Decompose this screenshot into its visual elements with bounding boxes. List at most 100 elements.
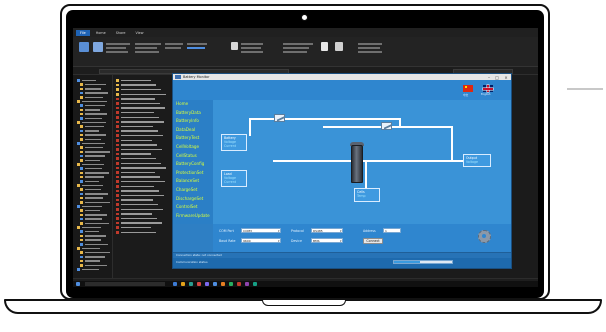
nav-tree-item[interactable] [77,121,106,124]
menu-item-cell-voltage[interactable]: CellVoltage [173,143,213,152]
taskbar-app-icon[interactable] [173,282,177,286]
nav-tree-item[interactable] [80,234,106,238]
nav-tree-item[interactable] [77,205,102,208]
nav-tree-item[interactable] [80,146,103,149]
taskbar-app-icon[interactable] [181,282,185,286]
menu-item-balance-set[interactable]: BalanceSet [173,177,213,186]
nav-tree-item[interactable] [80,259,100,263]
file-list-item[interactable] [116,194,164,197]
menu-item-home[interactable]: Home [173,100,213,109]
file-list-item[interactable] [116,116,159,119]
file-list-item[interactable] [116,143,157,147]
nav-tree-item[interactable] [80,83,106,86]
file-list-item[interactable] [116,226,151,229]
ribbon-tab-home[interactable]: Home [92,30,110,36]
file-list-item[interactable] [116,157,156,160]
nav-tree-item[interactable] [80,196,103,200]
nav-tree-item[interactable] [77,247,100,250]
menu-item-data-deal[interactable]: DataDeal [173,126,213,135]
nav-tree-item[interactable] [80,217,102,221]
file-list-item[interactable] [116,152,151,156]
menu-item-firmware-update[interactable]: FirmwareUpdate [173,212,213,221]
nav-tree-item[interactable] [77,79,96,82]
menu-item-battery-info[interactable]: BatteryInfo [173,117,213,126]
file-list-item[interactable] [116,102,160,105]
nav-tree-item[interactable] [80,138,101,141]
nav-tree-item[interactable] [80,125,104,128]
file-list-item[interactable] [116,97,155,101]
nav-tree-item[interactable] [80,264,107,267]
nav-tree-item[interactable] [77,163,104,166]
file-list-item[interactable] [116,189,159,193]
file-list-item[interactable] [116,93,166,96]
nav-tree-item[interactable] [80,243,108,246]
menu-item-charge-set[interactable]: ChargeSet [173,186,213,195]
ribbon-tab-view[interactable]: View [132,30,148,36]
file-list-item[interactable] [116,83,156,87]
file-list-item[interactable] [116,231,156,234]
file-list-item[interactable] [116,171,155,174]
taskbar-app-icon[interactable] [245,282,249,286]
properties-icon[interactable] [321,42,328,51]
minimize-icon[interactable]: – [485,75,493,80]
file-list-item[interactable] [116,208,163,211]
taskbar-app-icon[interactable] [229,282,233,286]
taskbar-app-icon[interactable] [213,282,217,286]
maximize-icon[interactable]: □ [493,75,501,80]
nav-tree-item[interactable] [80,192,108,196]
file-list-item[interactable] [116,125,153,128]
nav-tree-item[interactable] [80,222,109,225]
file-list-item[interactable] [116,212,152,216]
baud-select[interactable]: 9600 [241,238,281,243]
file-list-item[interactable] [116,106,165,110]
file-list-item[interactable] [116,139,152,142]
file-list-item[interactable] [116,162,161,165]
nav-tree-item[interactable] [80,91,108,95]
file-list-item[interactable] [116,88,161,91]
file-list-item[interactable] [116,198,153,202]
nav-tree-item[interactable] [80,112,107,116]
copy-icon[interactable] [93,42,103,52]
menu-item-battery-config[interactable]: BatteryConfig [173,160,213,169]
protocol-select[interactable]: RS485 [311,228,343,233]
nav-tree-item[interactable] [80,255,105,259]
file-list-item[interactable] [116,120,164,124]
taskbar-search-input[interactable] [85,282,165,286]
nav-tree-item[interactable] [80,150,110,154]
nav-tree-item[interactable] [80,104,105,107]
nav-tree-item[interactable] [80,175,104,179]
menu-item-cell-status[interactable]: CellStatus [173,152,213,161]
file-list-item[interactable] [116,217,157,220]
address-input[interactable]: 1 [383,228,401,233]
new-item-icon[interactable] [231,42,238,50]
file-list-item[interactable] [116,111,154,114]
nav-tree-item[interactable] [80,180,99,183]
nav-tree-item[interactable] [80,87,101,91]
taskbar-app-icon[interactable] [221,282,225,286]
file-list-item[interactable] [116,185,154,188]
ribbon-tab-file[interactable]: File [76,29,90,36]
file-list-item[interactable] [116,79,151,82]
port-select[interactable]: COM3 [241,228,281,233]
nav-tree-item[interactable] [80,117,102,120]
uk-flag-icon[interactable] [483,85,493,92]
file-list-item[interactable] [116,129,158,133]
connect-button[interactable]: Connect [363,238,383,244]
file-list-item[interactable] [116,221,162,225]
file-list-item[interactable] [116,148,162,151]
start-icon[interactable] [76,282,80,286]
menu-item-battery-test[interactable]: BatteryTest [173,134,213,143]
nav-tree-item[interactable] [80,154,105,158]
nav-tree-item[interactable] [80,96,103,99]
menu-item-protection-set[interactable]: ProtectionSet [173,169,213,178]
nav-tree-item[interactable] [80,159,100,162]
pin-icon[interactable] [79,42,89,52]
nav-tree-item[interactable] [77,100,107,103]
nav-tree-item[interactable] [80,209,100,212]
ribbon-tab-share[interactable]: Share [112,30,130,36]
nav-tree-item[interactable] [80,251,110,254]
nav-tree-item[interactable] [80,238,101,242]
close-icon[interactable]: × [502,75,510,80]
gear-icon[interactable] [478,230,491,243]
nav-tree-item[interactable] [80,230,99,233]
